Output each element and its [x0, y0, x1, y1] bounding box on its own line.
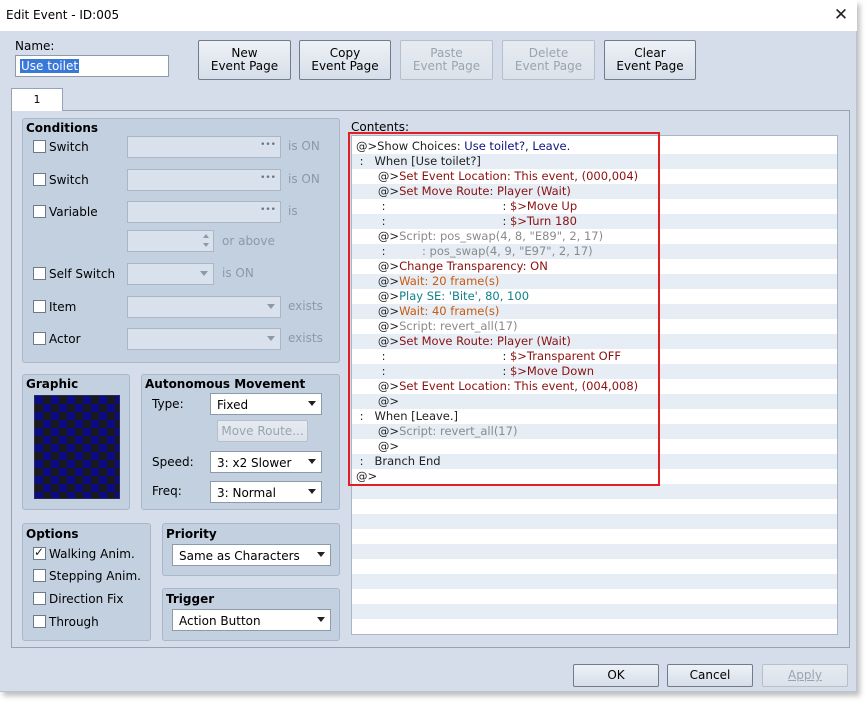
item-label: Item — [49, 300, 77, 314]
empty-row — [352, 529, 837, 544]
move-route-button[interactable]: Move Route... — [217, 420, 308, 442]
empty-row — [352, 559, 837, 574]
direction-fix-label: Direction Fix — [49, 592, 124, 606]
empty-row — [352, 589, 837, 604]
self-switch-suffix: is ON — [222, 266, 254, 280]
paste-event-page-button[interactable]: Paste Event Page — [400, 40, 493, 80]
empty-row — [352, 484, 837, 499]
edit-event-window: Edit Event - ID:005 ✕ Name: Use toilet N… — [0, 0, 857, 692]
empty-row — [352, 544, 837, 559]
priority-title: Priority — [166, 527, 217, 541]
autonomous-title: Autonomous Movement — [145, 377, 306, 391]
graphic-title: Graphic — [26, 377, 79, 391]
variable-value-spinner[interactable] — [127, 230, 214, 252]
walking-anim-label: Walking Anim. — [49, 547, 135, 561]
empty-row — [352, 514, 837, 529]
direction-fix-checkbox[interactable] — [33, 592, 46, 605]
empty-row — [352, 574, 837, 589]
item-checkbox[interactable] — [33, 300, 46, 313]
stepping-anim-label: Stepping Anim. — [49, 569, 141, 583]
ok-button[interactable]: OK — [573, 664, 659, 687]
actor-label: Actor — [49, 332, 81, 346]
actor-suffix: exists — [288, 331, 323, 345]
highlight-annotation — [348, 132, 660, 486]
self-switch-label: Self Switch — [49, 267, 116, 281]
switch2-suffix: is ON — [288, 172, 320, 186]
through-label: Through — [49, 615, 99, 629]
trigger-title: Trigger — [166, 592, 215, 606]
stepping-anim-checkbox[interactable] — [33, 569, 46, 582]
title-bar[interactable]: Edit Event - ID:005 ✕ — [0, 0, 857, 31]
self-switch-checkbox[interactable] — [33, 267, 46, 280]
variable-label: Variable — [49, 205, 98, 219]
actor-dropdown[interactable] — [127, 328, 281, 350]
variable-field[interactable]: ••• — [127, 201, 281, 223]
switch2-field[interactable]: ••• — [127, 169, 281, 191]
cancel-button[interactable]: Cancel — [667, 664, 753, 687]
empty-row — [352, 604, 837, 619]
trigger-dropdown[interactable]: Action Button — [172, 609, 331, 631]
actor-checkbox[interactable] — [33, 332, 46, 345]
item-dropdown[interactable] — [127, 296, 281, 318]
window-title: Edit Event - ID:005 — [6, 8, 120, 22]
switch2-label: Switch — [49, 173, 89, 187]
name-field[interactable]: Use toilet — [15, 55, 169, 77]
conditions-title: Conditions — [26, 121, 99, 135]
walking-anim-checkbox[interactable] — [33, 545, 46, 560]
type-label: Type: — [152, 397, 184, 411]
priority-dropdown[interactable]: Same as Characters — [172, 544, 331, 566]
graphic-preview[interactable] — [34, 395, 120, 499]
empty-row — [352, 619, 837, 634]
item-suffix: exists — [288, 299, 323, 313]
name-label: Name: — [15, 39, 55, 53]
variable-checkbox[interactable] — [33, 205, 46, 218]
delete-event-page-button[interactable]: Delete Event Page — [502, 40, 595, 80]
switch1-suffix: is ON — [288, 139, 320, 153]
switch1-checkbox[interactable] — [33, 140, 46, 153]
options-title: Options — [26, 527, 79, 541]
close-icon[interactable]: ✕ — [832, 6, 850, 24]
tab-page-1[interactable]: 1 — [11, 88, 63, 111]
speed-dropdown[interactable]: 3: x2 Slower — [210, 451, 322, 473]
switch2-checkbox[interactable] — [33, 173, 46, 186]
clear-event-page-button[interactable]: Clear Event Page — [604, 40, 696, 80]
new-event-page-button[interactable]: New Event Page — [198, 40, 291, 80]
apply-button[interactable]: Apply — [762, 664, 848, 687]
name-value: Use toilet — [20, 59, 80, 73]
freq-label: Freq: — [152, 484, 182, 498]
variable-suffix: is — [288, 204, 298, 218]
or-above-label: or above — [222, 234, 275, 248]
through-checkbox[interactable] — [33, 615, 46, 628]
switch1-field[interactable]: ••• — [127, 136, 281, 158]
switch1-label: Switch — [49, 140, 89, 154]
empty-row — [352, 499, 837, 514]
self-switch-dropdown[interactable] — [127, 263, 214, 285]
speed-label: Speed: — [152, 455, 194, 469]
type-dropdown[interactable]: Fixed — [210, 393, 322, 415]
freq-dropdown[interactable]: 3: Normal — [210, 481, 322, 503]
copy-event-page-button[interactable]: Copy Event Page — [299, 40, 391, 80]
